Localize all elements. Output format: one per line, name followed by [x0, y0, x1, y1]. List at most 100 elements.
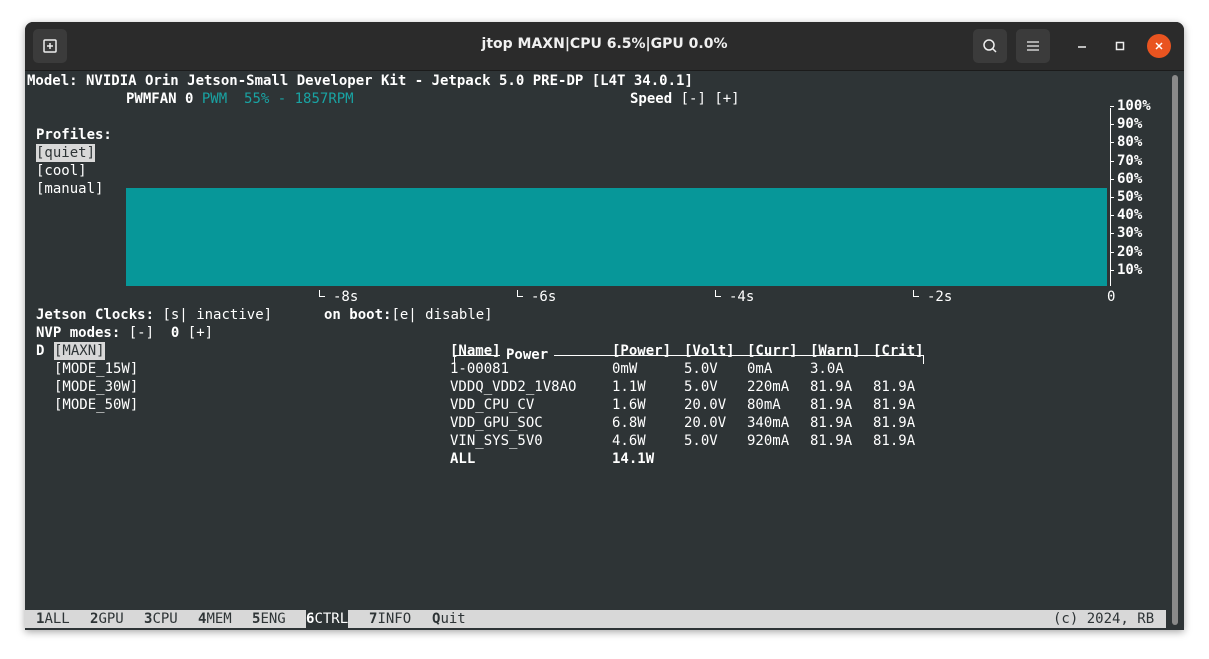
fan-label: PWMFAN 0	[126, 91, 194, 107]
y-axis-label: 80%	[1117, 134, 1143, 151]
y-axis-tick	[1110, 233, 1114, 235]
y-axis-label: 40%	[1117, 207, 1143, 224]
power-cell: 81.9A	[810, 415, 853, 431]
power-total-value: 14.1W	[612, 451, 655, 467]
copyright: (c) 2024, RB	[1053, 611, 1155, 627]
boot-line: on boot:[e| disable]	[324, 306, 493, 324]
bottom-tab-eng[interactable]: 5ENG	[252, 610, 286, 628]
nvp-minus-button[interactable]: [-]	[129, 325, 154, 341]
power-header: [Warn]	[810, 343, 861, 359]
power-header: [Name]	[450, 343, 501, 359]
y-axis-label: 70%	[1117, 152, 1143, 169]
power-cell: 81.9A	[810, 397, 853, 413]
fan-mode: PWM	[201, 91, 228, 107]
y-axis-tick	[1110, 178, 1114, 180]
power-cell: 5.0V	[684, 433, 718, 449]
scrollbar[interactable]	[1172, 75, 1178, 625]
speed-plus-button[interactable]: [+]	[714, 91, 739, 107]
bottom-tab-ctrl[interactable]: 6CTRL	[306, 610, 349, 628]
power-cell: 6.8W	[612, 415, 646, 431]
power-header: [Volt]	[684, 343, 735, 359]
bottom-tab-cpu[interactable]: 3CPU	[144, 610, 178, 628]
x-axis-tick-foot	[319, 296, 325, 297]
fan-status: PWMFAN 0 PWM 55% - 1857RPM	[126, 90, 354, 108]
bottom-tab-uit[interactable]: Quit	[432, 610, 466, 628]
bottom-tab-all[interactable]: 1ALL	[36, 610, 70, 628]
nvp-current: 0	[170, 325, 180, 341]
y-axis-tick	[1110, 215, 1114, 217]
x-axis-tick-foot	[715, 296, 721, 297]
bottom-tab-info[interactable]: 7INFO	[369, 610, 411, 628]
power-cell: 20.0V	[684, 415, 727, 431]
x-axis-label: -8s	[333, 289, 359, 305]
profile-manual[interactable]: [manual]	[36, 180, 103, 198]
power-header: [Curr]	[747, 343, 798, 359]
minimize-icon	[1078, 46, 1086, 48]
speed-control: Speed [-] [+]	[630, 90, 740, 108]
maximize-icon	[1115, 41, 1125, 51]
search-button[interactable]	[973, 29, 1007, 63]
power-cell: 5.0V	[684, 361, 718, 377]
search-icon	[983, 39, 997, 53]
x-axis-label: -4s	[729, 289, 755, 305]
power-cell: 81.9A	[810, 433, 853, 449]
maximize-button[interactable]	[1108, 34, 1132, 58]
minimize-button[interactable]	[1070, 34, 1094, 58]
y-axis-label: 20%	[1117, 243, 1143, 260]
power-cell: 81.9A	[873, 433, 916, 449]
nvp-mode-30w[interactable]: [MODE_30W]	[54, 378, 138, 396]
profile-cool[interactable]: [cool]	[36, 162, 87, 180]
boot-label: on boot:	[324, 307, 392, 323]
nvp-mode-50w[interactable]: [MODE_50W]	[54, 396, 138, 414]
power-header: [Power]	[612, 343, 672, 359]
jetson-clocks-state: inactive]	[196, 307, 273, 323]
power-cell: 1.6W	[612, 397, 646, 413]
y-axis-tick	[1110, 269, 1114, 271]
power-cell: 220mA	[747, 379, 790, 395]
bottom-tab-gpu[interactable]: 2GPU	[90, 610, 124, 628]
power-cell: VDD_GPU_SOC	[450, 415, 543, 431]
close-button[interactable]	[1147, 34, 1171, 58]
bottom-tab-mem[interactable]: 4MEM	[198, 610, 232, 628]
fan-speed-area	[126, 187, 1107, 286]
fan-value: 55% - 1857RPM	[244, 91, 354, 107]
y-axis-tick	[1110, 106, 1114, 107]
power-header: [Crit]	[873, 343, 924, 359]
nvp-plus-button[interactable]: [+]	[188, 325, 213, 341]
power-cell: 81.9A	[873, 415, 916, 431]
power-cell: 1.1W	[612, 379, 646, 395]
nvp-modes-line: NVP modes: [-] 0 [+]	[36, 324, 213, 342]
profile-quiet[interactable]: [quiet]	[36, 144, 96, 162]
title-bar: jtop MAXN|CPU 6.5%|GPU 0.0%	[25, 22, 1184, 71]
x-axis-label: 0	[1107, 289, 1116, 305]
y-axis-tick	[1110, 197, 1114, 198]
y-axis-label: 30%	[1117, 225, 1143, 242]
y-axis-tick	[1110, 251, 1114, 253]
close-icon	[1155, 42, 1163, 50]
y-axis-label: 60%	[1117, 170, 1143, 187]
power-cell: VDD_CPU_CV	[450, 397, 535, 413]
power-cell: 0mW	[612, 361, 638, 377]
bottom-menu-bar: 1ALL 2GPU 3CPU 4MEM 5ENG 6CTRL 7INFO Quit (c) 2…	[25, 610, 1166, 628]
menu-button[interactable]	[1016, 29, 1050, 63]
y-axis-tick	[1110, 142, 1114, 144]
speed-minus-button[interactable]: [-]	[681, 91, 706, 107]
power-cell: 81.9A	[810, 379, 853, 395]
x-axis-label: -6s	[531, 289, 557, 305]
nvp-mode-15w[interactable]: [MODE_15W]	[54, 360, 138, 378]
nvp-mode-maxn[interactable]: [MAXN]	[54, 342, 105, 360]
nvp-modes-label: NVP modes:	[36, 325, 121, 341]
y-axis-label: 10%	[1117, 261, 1143, 278]
x-axis-label: -2s	[927, 289, 953, 305]
profiles-title: Profiles:	[36, 127, 112, 143]
power-cell: VIN_SYS_5V0	[450, 433, 543, 449]
power-cell: 5.0V	[684, 379, 718, 395]
y-axis-label: 100%	[1117, 98, 1151, 114]
boot-toggle[interactable]: [e|	[391, 307, 416, 323]
jetson-clocks-toggle[interactable]: [s|	[162, 307, 187, 323]
power-cell: 920mA	[747, 433, 790, 449]
terminal-content: Model: NVIDIA Orin Jetson-Small Develope…	[25, 71, 1184, 630]
terminal-window: jtop MAXN|CPU 6.5%|GPU 0.0% Model: NVIDI…	[25, 22, 1184, 630]
hamburger-menu-icon	[1027, 41, 1039, 51]
y-axis-tick	[1110, 124, 1114, 126]
